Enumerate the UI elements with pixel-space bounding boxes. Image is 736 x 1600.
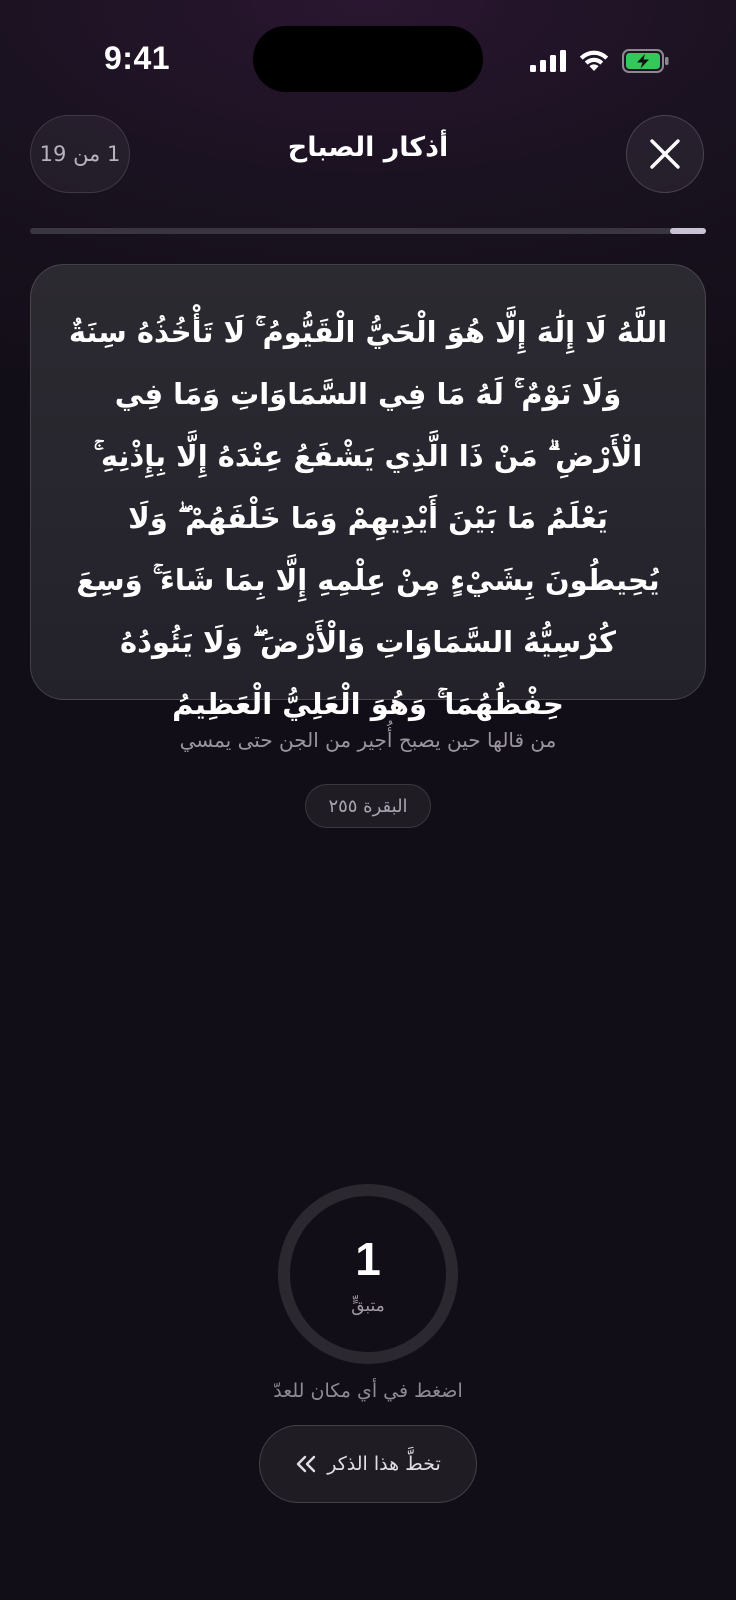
remaining-count: 1 (355, 1233, 381, 1285)
close-icon (650, 139, 680, 169)
progress-bar-fill (670, 228, 706, 234)
status-bar: 9:41 (0, 0, 736, 120)
close-button[interactable] (626, 115, 704, 193)
wifi-icon (579, 50, 609, 71)
status-icons (530, 46, 670, 76)
skip-dhikr-button[interactable]: تخطَّ هذا الذكر (259, 1425, 477, 1503)
cellular-signal-icon (530, 50, 566, 72)
dhikr-virtue: من قالها حين يصبح أُجير من الجن حتى يمسي (179, 728, 557, 752)
header: 1 من 19 أذكار الصباح (0, 112, 736, 194)
dynamic-island (253, 26, 483, 92)
status-time: 9:41 (104, 40, 171, 76)
double-chevron-left-icon (295, 1455, 317, 1473)
progress-counter-pill: 1 من 19 (30, 115, 130, 193)
remaining-label: متبقٍّ (351, 1296, 385, 1316)
progress-bar (30, 228, 706, 234)
battery-charging-icon (622, 49, 669, 73)
page-title: أذكار الصباح (287, 132, 449, 163)
skip-button-label: تخطَّ هذا الذكر (327, 1453, 441, 1475)
source-badge: البقرة ٢٥٥ (305, 784, 431, 828)
dhikr-card[interactable]: اللَّهُ لَا إِلَٰهَ إِلَّا هُوَ الْحَيُّ… (30, 264, 706, 721)
dhikr-text: اللَّهُ لَا إِلَٰهَ إِلَّا هُوَ الْحَيُّ… (68, 315, 668, 721)
tap-hint: اضغط في أي مكان للعدّ (273, 1380, 463, 1402)
